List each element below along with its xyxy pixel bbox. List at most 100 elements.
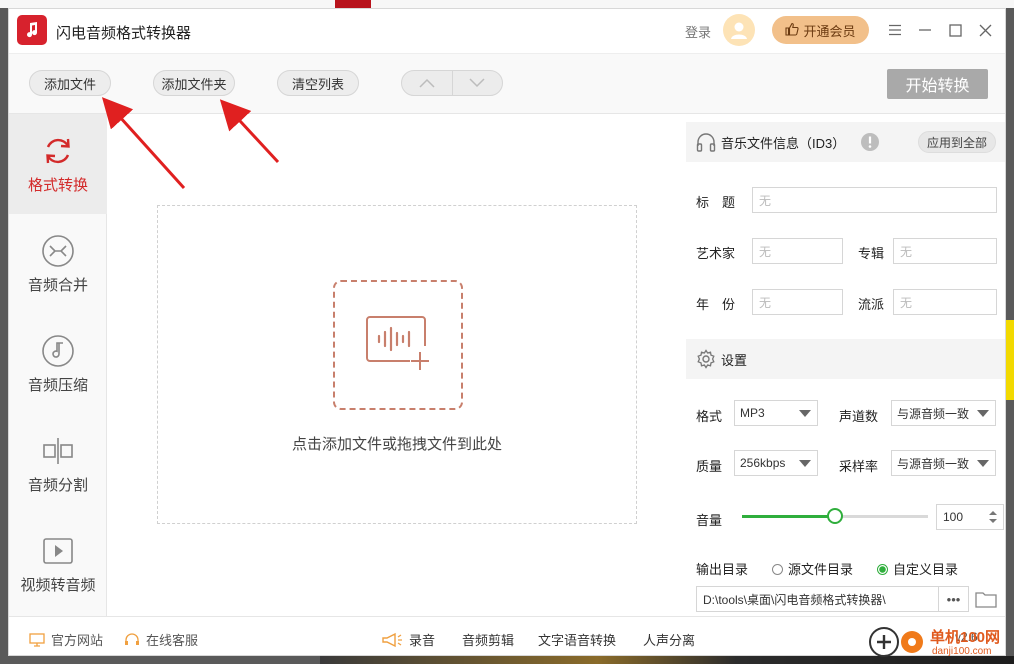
channels-select-value: 与源音频一致 [897,406,970,421]
avatar[interactable] [723,14,755,46]
start-convert-button[interactable]: 开始转换 [887,69,988,99]
audio-edit-link[interactable]: 音频剪辑 [462,630,514,649]
artist-label: 艺术家 [696,246,736,261]
refresh-icon [46,138,70,163]
monitor-icon [29,632,45,647]
volume-slider-fill [742,515,835,518]
right-panel: 音乐文件信息（ID3） 应用到全部 标 题 无 艺术家 无 专辑 无 年 份 无… [686,114,1005,616]
close-icon[interactable] [975,20,995,40]
title-bar: 闪电音频格式转换器 登录 开通会员 [9,9,1005,53]
stepper-arrows-icon[interactable] [988,509,998,525]
headphones-icon [696,132,716,155]
add-file-button[interactable]: 添加文件 [29,70,111,96]
radio-source[interactable] [772,564,783,575]
online-support-label: 在线客服 [146,633,199,648]
record-label: 录音 [409,633,436,648]
quality-select[interactable]: 256kbps [734,450,818,476]
title-label: 标 题 [696,195,736,210]
output-source-label: 源文件目录 [788,562,854,577]
sidebar-item-label: 音频分割 [27,476,88,494]
format-label: 格式 [696,409,723,424]
watermark-text: 单机100网 [930,629,1001,646]
toolbar: 添加文件 添加文件夹 清空列表 开始转换 [9,53,1005,114]
desktop-background-strip [0,0,1014,8]
info-warning-icon[interactable] [860,132,880,155]
sidebar-item-audio-merge[interactable]: 音频合并 [9,214,107,314]
thumbs-up-icon [785,22,800,39]
chevron-down-icon [469,78,485,88]
browse-button[interactable]: ••• [939,586,969,612]
sidebar-item-video-to-audio[interactable]: 视频转音频 [9,514,107,614]
app-logo-icon [17,15,47,45]
title-field[interactable]: 无 [752,187,997,213]
sidebar-item-audio-compress[interactable]: 音频压缩 [9,314,107,414]
radio-custom[interactable] [877,564,888,575]
merge-icon [42,234,74,267]
volume-label: 音量 [696,513,723,528]
output-custom-radio[interactable]: 自定义目录 [877,559,958,578]
official-website-link[interactable]: 官方网站 [29,630,103,649]
add-folder-button[interactable]: 添加文件夹 [153,70,235,96]
headset-icon [125,632,139,645]
format-select[interactable]: MP3 [734,400,818,426]
add-audio-button[interactable] [333,280,463,410]
apply-to-all-button[interactable]: 应用到全部 [918,131,996,153]
samplerate-label: 采样率 [839,459,879,474]
channels-select[interactable]: 与源音频一致 [891,400,996,426]
gear-icon [696,349,716,372]
album-field[interactable]: 无 [893,238,997,264]
chevron-up-icon [419,78,435,88]
maximize-icon[interactable] [945,20,965,40]
sidebar-item-label: 音频压缩 [27,376,88,394]
volume-slider-handle[interactable] [827,508,843,524]
channels-label: 声道数 [839,409,879,424]
menu-icon[interactable] [885,20,905,40]
volume-value: 100 [943,510,964,524]
record-link[interactable]: 录音 [381,630,435,649]
tts-link[interactable]: 文字语音转换 [538,630,616,649]
album-label: 专辑 [858,246,885,261]
move-up-button[interactable] [402,71,452,95]
output-path-field[interactable]: D:\tools\桌面\闪电音频格式转换器\ [696,586,939,612]
dropdown-caret-icon [799,410,811,417]
sidebar-item-label: 格式转换 [27,176,88,194]
app-window: 闪电音频格式转换器 登录 开通会员 添加文件 添加文件夹 清空列表 开始转换 格… [8,8,1006,656]
sidebar-item-label: 视频转音频 [20,576,96,594]
dropdown-caret-icon [977,410,989,417]
dropdown-caret-icon [977,460,989,467]
music-note-icon [42,334,74,367]
sidebar: 格式转换 音频合并 音频压缩 音频分割 视频转音频 [9,114,107,616]
clear-list-button[interactable]: 清空列表 [277,70,359,96]
artist-field[interactable]: 无 [752,238,843,264]
id3-title: 音乐文件信息（ID3） [721,135,846,151]
desktop-red-block [335,0,371,8]
vip-button[interactable]: 开通会员 [772,16,869,44]
vocal-split-link[interactable]: 人声分离 [643,630,695,649]
bottom-bar: 官方网站 在线客服 录音 音频剪辑 文字语音转换 人声分离 v2.6 [9,616,1005,655]
sidebar-item-format-convert[interactable]: 格式转换 [9,114,107,214]
volume-slider[interactable] [742,508,928,524]
watermark-circle-icon [869,627,923,657]
login-link[interactable]: 登录 [685,22,711,41]
year-label: 年 份 [696,297,736,312]
folder-icon[interactable] [974,586,998,612]
format-select-value: MP3 [740,406,765,420]
add-audio-icon [366,316,429,370]
move-down-button[interactable] [453,71,503,95]
file-drop-area[interactable]: 点击添加文件或拖拽文件到此处 [157,205,637,524]
id3-section-header: 音乐文件信息（ID3） 应用到全部 [686,122,1005,162]
online-support-link[interactable]: 在线客服 [124,630,198,649]
year-field[interactable]: 无 [752,289,843,315]
video-play-icon [43,537,73,564]
genre-field[interactable]: 无 [893,289,997,315]
settings-title: 设置 [721,352,748,368]
output-custom-label: 自定义目录 [893,562,959,577]
sidebar-item-label: 音频合并 [27,276,88,294]
output-source-radio[interactable]: 源文件目录 [772,559,853,578]
minimize-icon[interactable] [915,20,935,40]
vip-button-label: 开通会员 [803,23,856,39]
volume-stepper[interactable]: 100 [936,504,1004,530]
sidebar-item-audio-split[interactable]: 音频分割 [9,414,107,514]
samplerate-select[interactable]: 与源音频一致 [891,450,996,476]
samplerate-select-value: 与源音频一致 [897,456,970,471]
